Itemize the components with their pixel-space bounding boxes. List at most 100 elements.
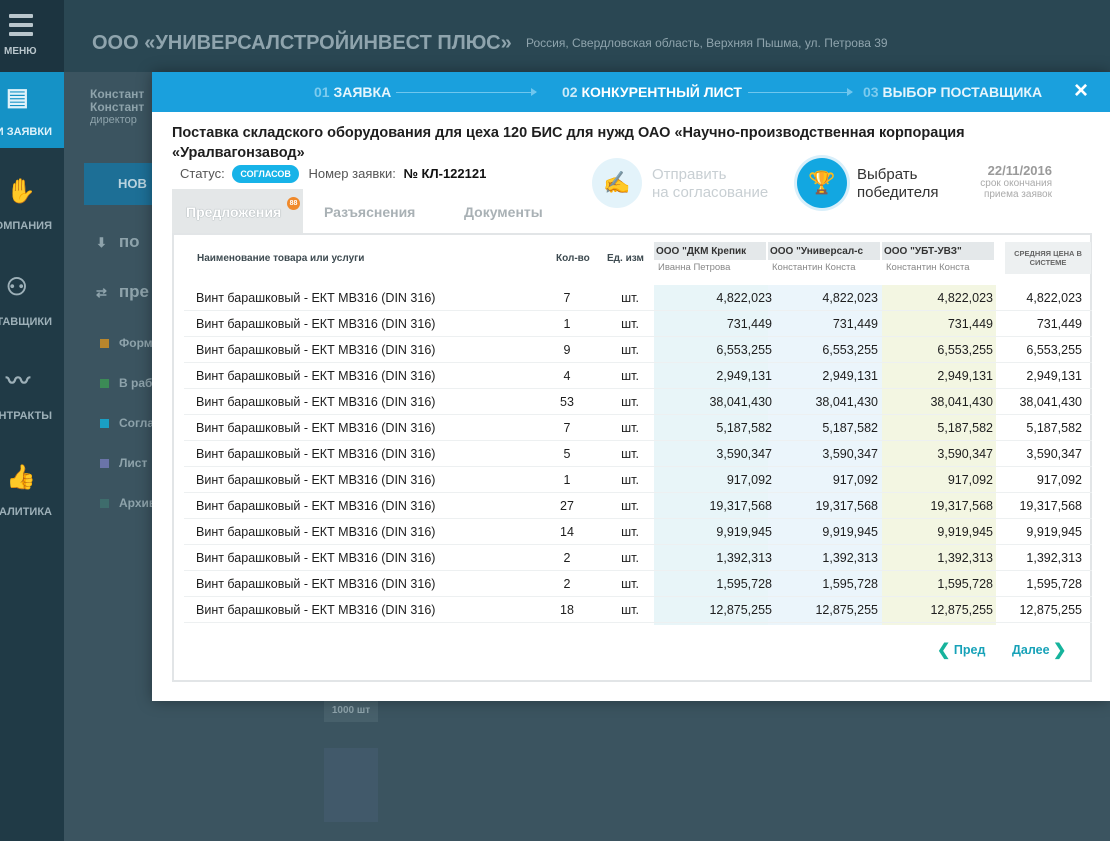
cell-qty: 2 bbox=[563, 551, 571, 565]
supplier-header[interactable]: ООО "УБТ-УВЗ" Константин Конста bbox=[882, 242, 996, 273]
step-competitive-list[interactable]: 02 КОНКУРЕНТНЫЙ ЛИСТ bbox=[562, 84, 742, 100]
cell-p1: 731,449 bbox=[726, 317, 772, 331]
cell-name: Винт барашковый - ЕКТ МВ316 (DIN 316) bbox=[196, 525, 436, 539]
cell-p3: 9,919,945 bbox=[937, 525, 993, 539]
cell-unit: шт. bbox=[621, 447, 639, 461]
action-label: Отправить bbox=[652, 166, 727, 183]
cell-p1: 1,392,313 bbox=[716, 551, 772, 565]
cell-qty: 27 bbox=[560, 499, 574, 513]
cell-qty: 4 bbox=[563, 369, 571, 383]
cell-avg: 38,041,430 bbox=[1019, 395, 1082, 409]
supplier-header[interactable]: ООО "ДКМ Крепик Иванна Петрова bbox=[654, 242, 768, 273]
step-supplier-choice[interactable]: 03 ВЫБОР ПОСТАВЩИКА bbox=[863, 84, 1042, 100]
cell-p2: 38,041,430 bbox=[815, 395, 878, 409]
pulse-icon: 〰 bbox=[6, 368, 30, 395]
cell-p3: 2,949,131 bbox=[937, 369, 993, 383]
col-header-average-price: Средняя цена в системе bbox=[1005, 242, 1091, 274]
status-filter[interactable]: Архив bbox=[100, 496, 156, 510]
cell-qty: 5 bbox=[563, 447, 571, 461]
step-number: 02 bbox=[562, 84, 578, 100]
sidebar-item-label: СТАВЩИКИ bbox=[0, 316, 52, 328]
sidebar-item-analytics[interactable]: 👍 НАЛИТИКА bbox=[0, 452, 64, 528]
status-filter[interactable]: Лист bbox=[100, 456, 147, 470]
table-row: Винт барашковый - ЕКТ МВ316 (DIN 316) 14 ш… bbox=[184, 519, 1092, 545]
step-label: ВЫБОР ПОСТАВЩИКА bbox=[882, 84, 1043, 100]
table-row: Винт барашковый - ЕКТ МВ316 (DIN 316) 1 шт… bbox=[184, 467, 1092, 493]
supplier-name: ООО "Универсал-с bbox=[768, 242, 880, 260]
status-dot bbox=[100, 379, 109, 388]
tab-offers[interactable]: Предложения 88 bbox=[172, 189, 303, 233]
cell-qty: 7 bbox=[563, 291, 571, 305]
sidebar-item-contracts[interactable]: 〰 ОНТРАКТЫ bbox=[0, 356, 64, 432]
status-label: Архив bbox=[119, 496, 157, 510]
menu-label: МЕНЮ bbox=[4, 46, 37, 57]
sidebar-item-requests[interactable]: ▤ ОИ ЗАЯВКИ bbox=[0, 72, 64, 148]
cell-p3: 6,553,255 bbox=[937, 343, 993, 357]
step-number: 01 bbox=[314, 84, 330, 100]
cell-avg: 917,092 bbox=[1036, 473, 1082, 487]
prev-page-button[interactable]: ❮ Пред bbox=[937, 640, 985, 660]
supplier-person: Иванна Петрова bbox=[658, 262, 731, 273]
deadline-label: приема заявок bbox=[983, 189, 1052, 200]
bg-block bbox=[324, 748, 378, 822]
cell-p3: 5,187,582 bbox=[937, 421, 993, 435]
status-label: Форм bbox=[119, 336, 153, 350]
status-dot bbox=[100, 459, 109, 468]
sidebar-item-suppliers[interactable]: ⚇ СТАВЩИКИ bbox=[0, 262, 64, 338]
cell-unit: шт. bbox=[621, 577, 639, 591]
bg-row-label: по bbox=[118, 232, 140, 251]
close-icon[interactable]: × bbox=[1074, 79, 1088, 103]
company-name: ООО «УНИВЕРСАЛСТРОЙИНВЕСТ ПЛЮС» bbox=[92, 32, 512, 54]
step-label: КОНКУРЕНТНЫЙ ЛИСТ bbox=[581, 84, 742, 100]
order-title: Поставка складского оборудования для цех… bbox=[172, 125, 965, 161]
cell-p2: 6,553,255 bbox=[822, 343, 878, 357]
cell-p1: 2,949,131 bbox=[716, 369, 772, 383]
cell-p2: 9,919,945 bbox=[822, 525, 878, 539]
pager-label: Далее bbox=[1012, 643, 1050, 657]
cell-p3: 19,317,568 bbox=[930, 499, 993, 513]
cell-unit: шт. bbox=[621, 291, 639, 305]
cell-qty: 14 bbox=[560, 525, 574, 539]
requests-icon: ▤ bbox=[6, 84, 29, 111]
tab-clarifications[interactable]: Разъяснения bbox=[324, 189, 415, 233]
step-arrow bbox=[748, 88, 853, 96]
cell-p2: 4,822,023 bbox=[822, 291, 878, 305]
cell-p3: 12,875,255 bbox=[930, 603, 993, 617]
cell-qty: 7 bbox=[563, 421, 571, 435]
cell-p1: 1,595,728 bbox=[716, 577, 772, 591]
cell-unit: шт. bbox=[621, 343, 639, 357]
cell-name: Винт барашковый - ЕКТ МВ316 (DIN 316) bbox=[196, 291, 436, 305]
status-label: Статус: bbox=[180, 166, 225, 181]
cell-qty: 53 bbox=[560, 395, 574, 409]
trophy-icon: 🏆 bbox=[797, 158, 847, 208]
sidebar-item-label: ОМПАНИЯ bbox=[0, 220, 52, 232]
status-filter[interactable]: В рабо bbox=[100, 376, 160, 390]
cell-p1: 38,041,430 bbox=[709, 395, 772, 409]
supplier-header[interactable]: ООО "Универсал-с Константин Конста bbox=[768, 242, 882, 273]
menu-button[interactable]: МЕНЮ bbox=[0, 0, 64, 72]
table-row: Винт барашковый - ЕКТ МВ316 (DIN 316) 27 ш… bbox=[184, 493, 1092, 519]
sidebar-item-company[interactable]: ✋ ОМПАНИЯ bbox=[0, 166, 64, 242]
cell-avg: 2,949,131 bbox=[1026, 369, 1082, 383]
cell-p1: 917,092 bbox=[726, 473, 772, 487]
step-request[interactable]: 01 ЗАЯВКА bbox=[314, 84, 391, 100]
sidebar-item-label: НАЛИТИКА bbox=[0, 506, 52, 518]
cell-name: Винт барашковый - ЕКТ МВ316 (DIN 316) bbox=[196, 447, 436, 461]
status-filter[interactable]: Согла bbox=[100, 416, 154, 430]
action-label: Выбрать bbox=[857, 166, 918, 183]
action-label: победителя bbox=[857, 184, 939, 201]
cell-p2: 917,092 bbox=[832, 473, 878, 487]
table-row: Винт барашковый - ЕКТ МВ316 (DIN 316) 7 шт… bbox=[184, 415, 1092, 441]
order-number: № КЛ-122121 bbox=[403, 166, 487, 181]
cell-unit: шт. bbox=[621, 499, 639, 513]
cell-avg: 1,595,728 bbox=[1026, 577, 1082, 591]
tab-documents[interactable]: Документы bbox=[464, 189, 543, 233]
tab-label: Предложения bbox=[186, 204, 282, 220]
status-filter[interactable]: Форм bbox=[100, 336, 153, 350]
cell-name: Винт барашковый - ЕКТ МВ316 (DIN 316) bbox=[196, 603, 436, 617]
cell-p3: 1,392,313 bbox=[937, 551, 993, 565]
cell-p3: 1,595,728 bbox=[937, 577, 993, 591]
sidebar-item-label: ОНТРАКТЫ bbox=[0, 410, 52, 422]
next-page-button[interactable]: Далее ❯ bbox=[1012, 640, 1066, 660]
pager-label: Пред bbox=[953, 643, 986, 657]
